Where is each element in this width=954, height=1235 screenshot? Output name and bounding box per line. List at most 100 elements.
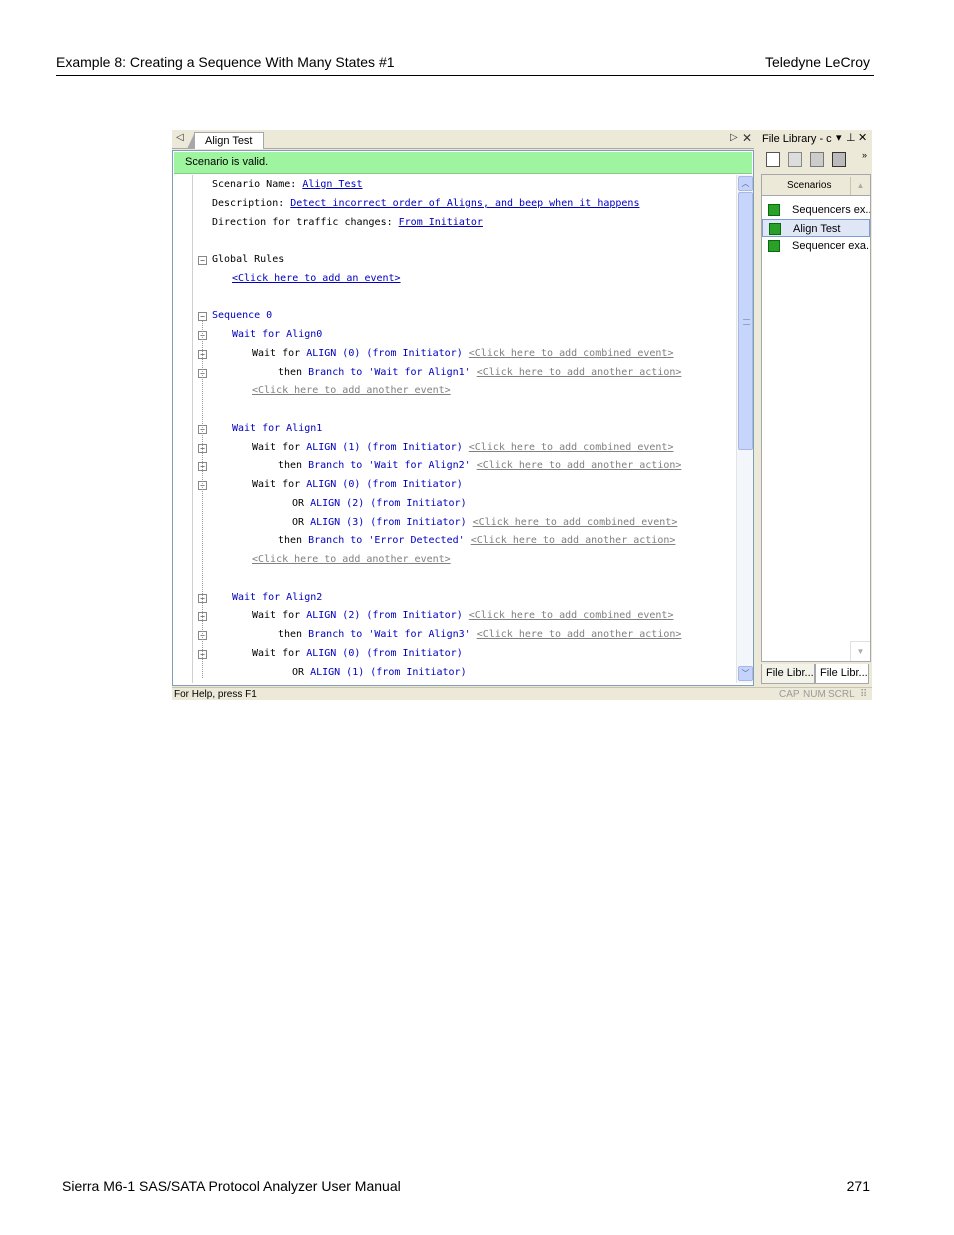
add-item-link[interactable]: <Click here to add combined event> — [469, 348, 674, 359]
code-token[interactable]: ALIGN (0) (from Initiator) — [306, 348, 463, 359]
code-token[interactable]: Wait for Align0 — [232, 329, 322, 340]
scenario-code: Scenario Name: Align Test Description: De… — [194, 175, 736, 683]
scroll-up-icon[interactable]: ▲ — [850, 177, 870, 195]
copy-icon[interactable] — [832, 152, 846, 167]
code-line: then Branch to 'Wait for Align3' <Click … — [278, 628, 681, 642]
scroll-up-icon[interactable]: ︿ — [738, 176, 753, 191]
code-line: OR ALIGN (2) (from Initiator) — [292, 497, 467, 511]
code-line: Sequence 0 — [212, 309, 272, 323]
toolbar-overflow-icon[interactable]: » — [862, 150, 867, 160]
code-token: then — [278, 460, 309, 472]
scenario-icon — [769, 223, 781, 235]
code-token[interactable]: Sequence 0 — [212, 310, 272, 321]
pin-icon[interactable]: ⊥ — [846, 131, 856, 144]
list-item[interactable]: Align Test — [762, 219, 870, 237]
code-token[interactable]: ALIGN (0) (from Initiator) — [306, 479, 463, 490]
add-item-link[interactable]: <Click here to add combined event> — [469, 610, 674, 621]
list-item[interactable]: Sequencer exa... — [762, 237, 870, 255]
code-token[interactable]: Branch to 'Wait for Align2' — [308, 460, 471, 471]
code-token[interactable]: Wait for Align2 — [232, 592, 322, 603]
add-item-link[interactable]: <Click here to add combined event> — [473, 517, 678, 528]
code-token: Scenario Name: — [212, 179, 303, 190]
collapse-icon[interactable]: − — [198, 312, 207, 322]
code-token: Wait for — [252, 441, 307, 453]
scroll-down-icon[interactable]: ﹀ — [738, 666, 753, 681]
scroll-lock-indicator: SCRL — [828, 689, 855, 700]
editable-field[interactable]: Detect incorrect order of Aligns, and be… — [290, 198, 639, 209]
code-line: Global Rules — [212, 253, 284, 267]
header-section-title: Example 8: Creating a Sequence With Many… — [56, 54, 395, 70]
num-indicator: NUM — [803, 689, 826, 700]
code-token: Wait for — [252, 610, 307, 622]
list-item-label: Sequencers ex... — [792, 204, 870, 216]
code-token[interactable]: ALIGN (2) (from Initiator) — [306, 610, 463, 621]
code-token[interactable]: ALIGN (1) (from Initiator) — [306, 442, 463, 453]
code-line: <Click here to add another event> — [252, 553, 451, 567]
scenario-editor: Scenario is valid. Scenario Name: Align … — [172, 150, 754, 686]
code-token[interactable]: Branch to 'Error Detected' — [308, 535, 465, 546]
code-line: then Branch to 'Wait for Align1' <Click … — [278, 366, 681, 380]
dropdown-icon[interactable]: ▾ — [836, 131, 842, 144]
code-token: then — [278, 629, 309, 640]
status-bar: For Help, press F1 CAP NUM SCRL ⠿ — [172, 687, 872, 700]
page-header: Example 8: Creating a Sequence With Many… — [56, 52, 874, 76]
code-token: Wait for — [252, 347, 307, 359]
list-item-label: Sequencer exa... — [792, 240, 870, 252]
new-file-icon[interactable] — [766, 152, 780, 167]
tab-scroll-left-icon[interactable]: ◁ — [176, 132, 184, 143]
code-token: then — [278, 366, 309, 378]
scroll-thumb[interactable] — [738, 192, 753, 450]
add-item-link[interactable]: <Click here to add combined event> — [469, 442, 674, 453]
add-item-link[interactable]: <Click here to add another action> — [471, 535, 676, 546]
scenario-icon — [768, 240, 780, 252]
save-all-icon[interactable] — [810, 152, 824, 167]
add-item-link[interactable]: <Click here to add another event> — [252, 385, 451, 396]
tab-scroll-right-icon[interactable]: ▷ — [730, 132, 738, 143]
code-token[interactable]: ALIGN (1) (from Initiator) — [310, 667, 467, 678]
editable-field[interactable]: Align Test — [302, 179, 362, 190]
tab-file-library-1[interactable]: File Libr... — [761, 664, 815, 684]
code-token: then — [278, 535, 309, 547]
editable-field[interactable]: From Initiator — [399, 217, 483, 228]
tab-align-test[interactable]: Align Test — [187, 132, 264, 149]
column-header-scenarios[interactable]: Scenarios — [787, 180, 831, 191]
code-token[interactable]: ALIGN (2) (from Initiator) — [310, 498, 467, 509]
code-token[interactable]: Wait for Align1 — [232, 423, 322, 434]
save-icon[interactable] — [788, 152, 802, 167]
editable-field[interactable]: <Click here to add an event> — [232, 273, 401, 284]
add-item-link[interactable]: <Click here to add another action> — [477, 460, 682, 471]
add-item-link[interactable]: <Click here to add another event> — [252, 554, 451, 565]
close-icon[interactable]: ✕ — [858, 131, 867, 144]
list-item[interactable]: Sequencers ex... — [762, 201, 870, 219]
add-item-link[interactable]: <Click here to add another action> — [477, 629, 682, 640]
library-toolbar: » — [760, 148, 872, 172]
code-line: OR ALIGN (1) (from Initiator) — [292, 666, 467, 680]
code-line: then Branch to 'Wait for Align2' <Click … — [278, 459, 681, 473]
list-header: Scenarios ▲ — [762, 175, 870, 196]
scenario-list: Scenarios ▲ Sequencers ex... Align Test Se… — [761, 174, 871, 662]
code-line: Wait for Align1 — [232, 422, 322, 436]
code-line: Direction for traffic changes: From Init… — [212, 216, 483, 230]
code-token: Global Rules — [212, 254, 285, 265]
tab-file-library-2[interactable]: File Libr... — [815, 664, 869, 684]
code-line: Wait for Align2 — [232, 591, 322, 605]
code-token[interactable]: Branch to 'Wait for Align3' — [308, 629, 471, 640]
page-number: 271 — [846, 1178, 870, 1194]
code-token[interactable]: ALIGN (0) (from Initiator) — [306, 648, 463, 659]
collapse-icon[interactable]: − — [198, 256, 207, 265]
header-company: Teledyne LeCroy — [764, 54, 870, 70]
code-line: Scenario Name: Align Test — [212, 178, 363, 192]
validation-status: Scenario is valid. — [174, 152, 752, 174]
scroll-down-icon[interactable]: ▼ — [850, 641, 870, 661]
library-tabs: File Libr... File Libr... — [761, 664, 871, 686]
code-line: Wait for Align0 — [232, 328, 322, 342]
add-item-link[interactable]: <Click here to add another action> — [477, 367, 682, 378]
close-icon[interactable]: ✕ — [742, 131, 752, 145]
code-token[interactable]: Branch to 'Wait for Align1' — [308, 367, 471, 378]
resize-grip-icon[interactable]: ⠿ — [860, 689, 867, 700]
vertical-scrollbar[interactable]: ︿ ﹀ — [736, 175, 753, 683]
code-token: OR — [292, 497, 311, 509]
code-token: Description: — [212, 197, 291, 209]
tree-guide-line — [202, 321, 203, 678]
code-token[interactable]: ALIGN (3) (from Initiator) — [310, 517, 467, 528]
